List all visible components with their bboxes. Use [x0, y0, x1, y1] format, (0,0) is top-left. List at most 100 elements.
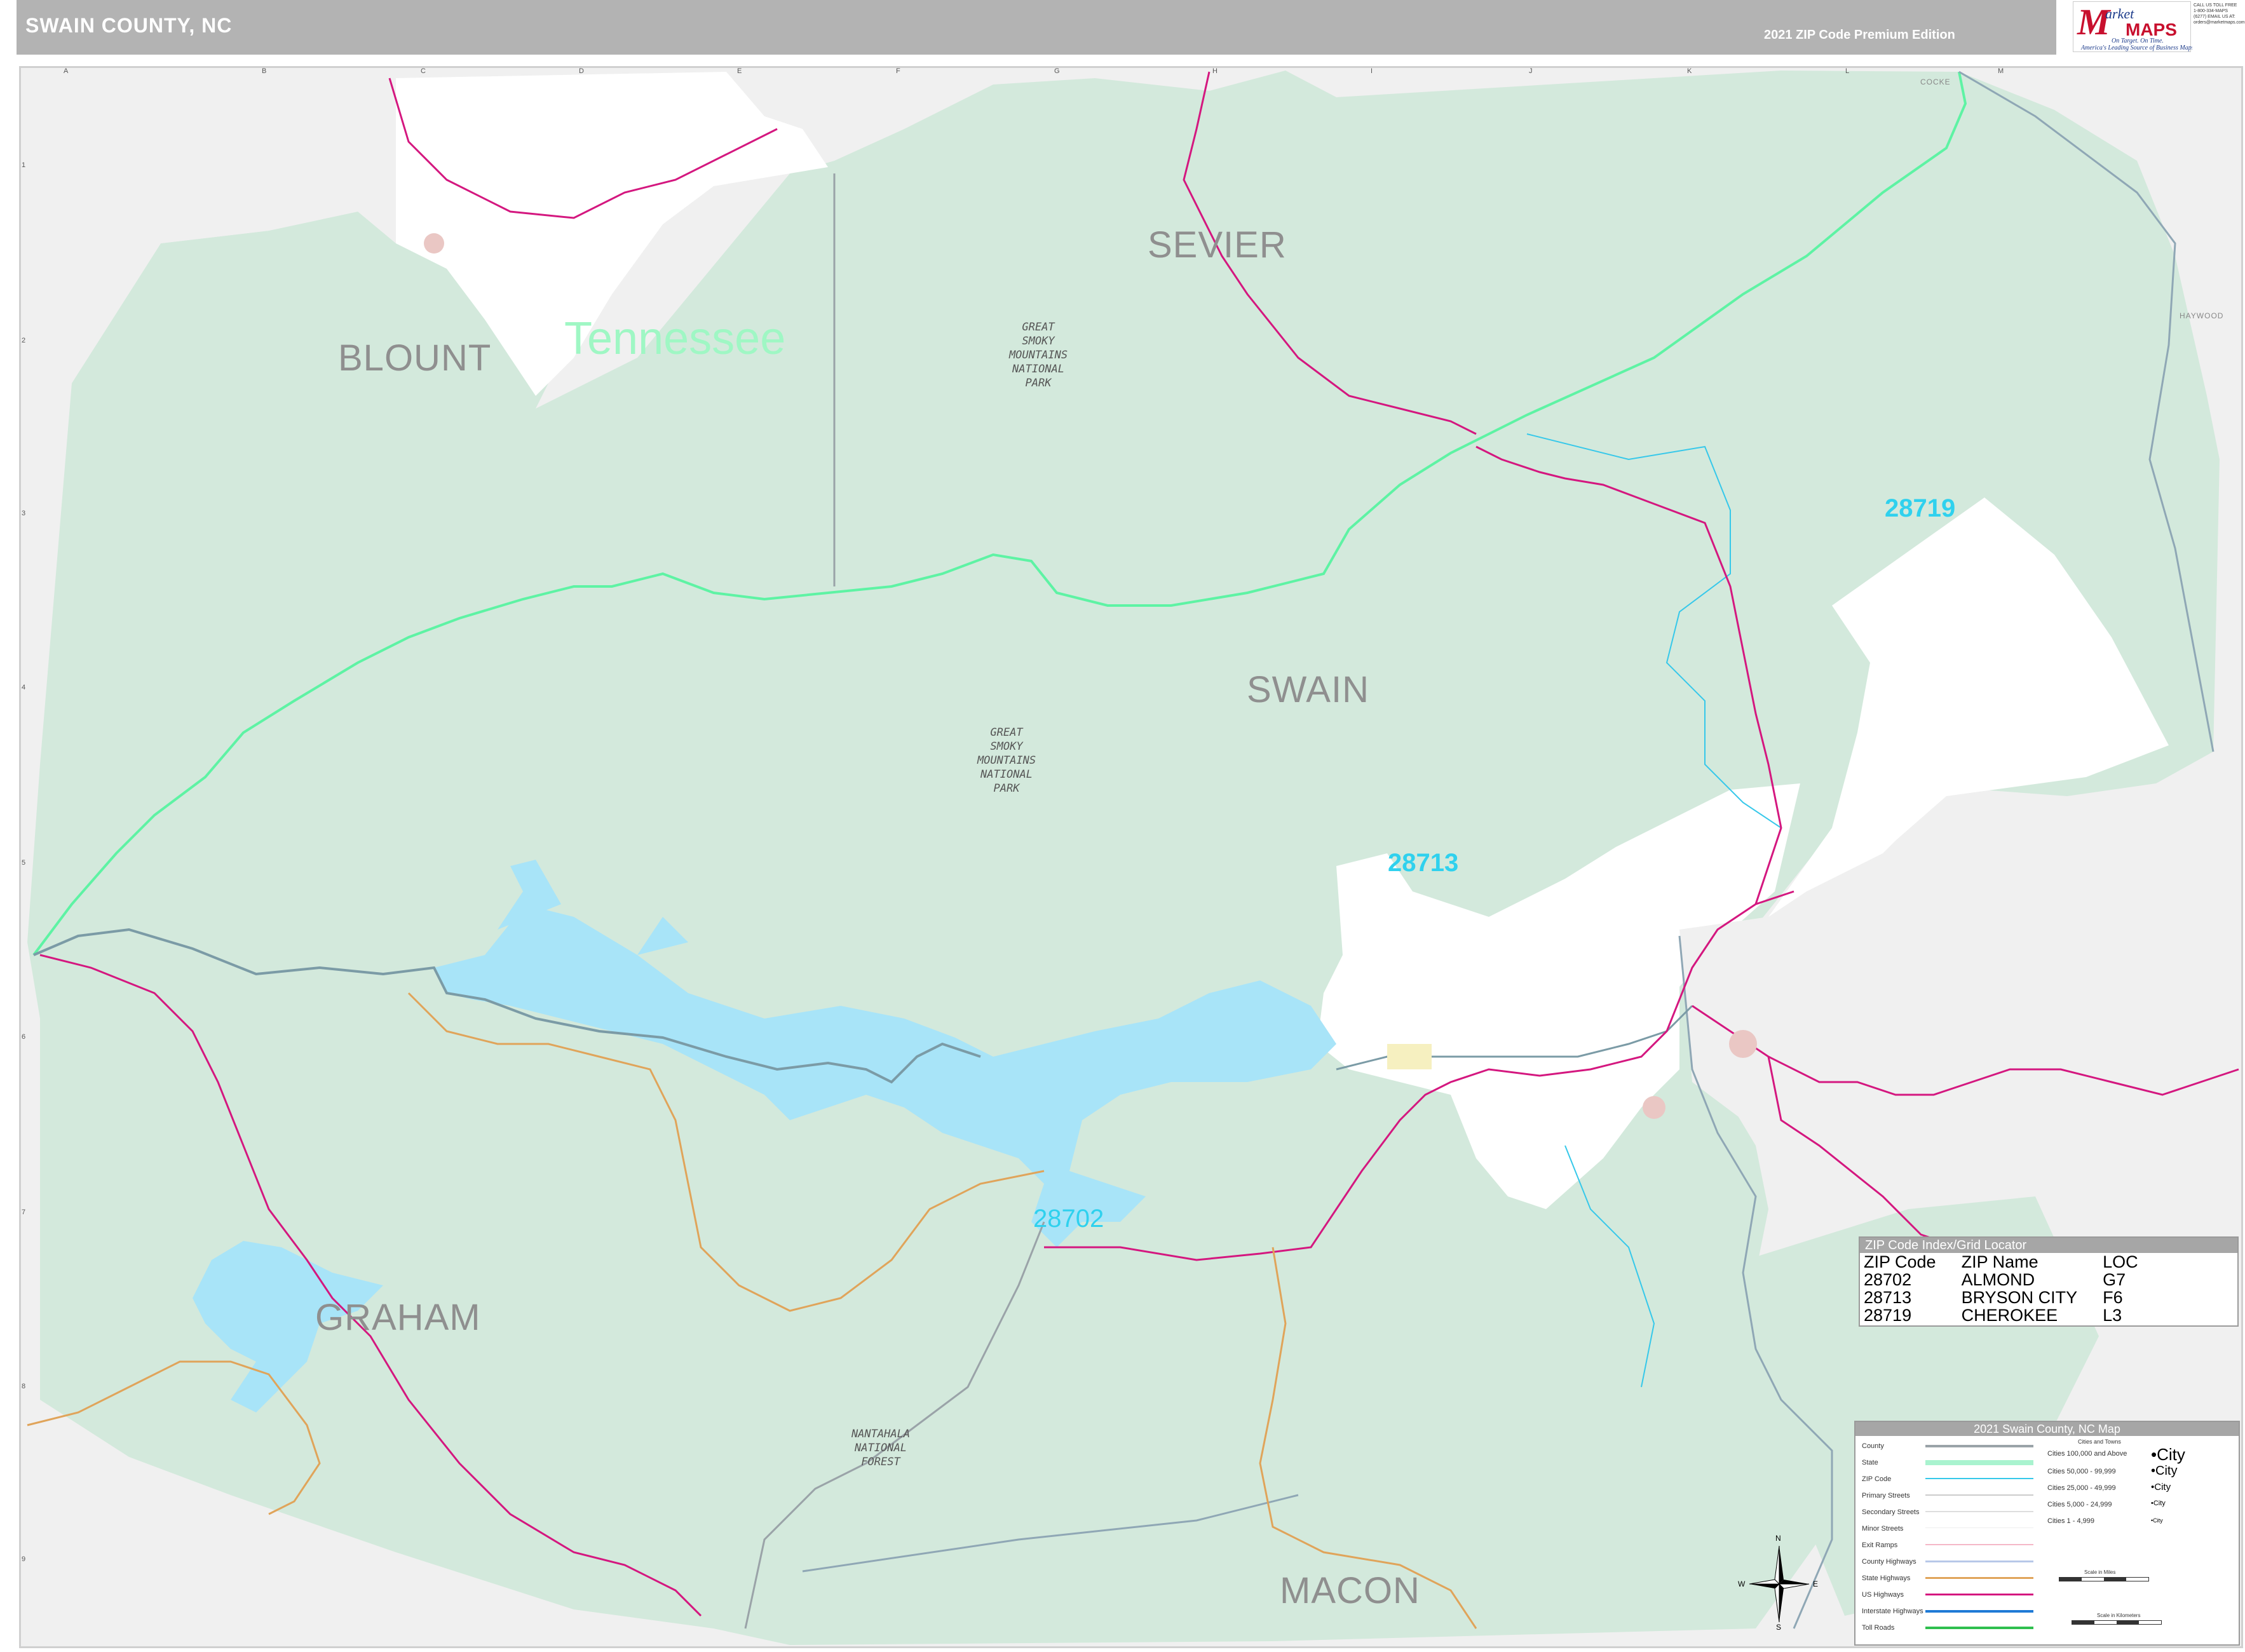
park-label-gsmnp-north: GREAT SMOKY MOUNTAINS NATIONAL PARK — [1008, 321, 1068, 389]
zip-index-row: 28702 ALMOND G7 — [1864, 1271, 2164, 1289]
bryson-city-area — [1387, 1044, 1432, 1069]
compass-rose: N S E W — [1738, 1534, 1821, 1632]
legend-swatch-primary — [1925, 1494, 2033, 1496]
scale-bar-miles — [2059, 1577, 2149, 1581]
legend-item-toll: Toll Roads — [1862, 1624, 1895, 1632]
grid-col-f: F — [896, 67, 900, 75]
legend-swatch-county-hwy — [1925, 1561, 2033, 1562]
grid-row-6: 6 — [22, 1033, 26, 1041]
zip-index-cell: F6 — [2103, 1288, 2123, 1307]
park-label-nantahala: NANTAHALA NATIONAL FOREST — [851, 1428, 911, 1468]
legend-swatch-ramps — [1925, 1544, 2033, 1545]
zip-index-header: LOC — [2103, 1252, 2138, 1271]
compass-s: S — [1776, 1623, 1782, 1632]
zip-index-cell: 28713 — [1864, 1288, 1912, 1307]
legend-swatch-minor — [1925, 1527, 2033, 1528]
legend-swatch-state — [1925, 1460, 2033, 1465]
county-label-graham: GRAHAM — [315, 1297, 481, 1338]
contact-info: CALL US TOLL FREE 1-800-334-MAPS (6277) … — [2192, 1, 2245, 51]
grid-col-a: A — [64, 67, 69, 75]
legend-item-county: County — [1862, 1442, 1884, 1450]
legend-city-sample: •City — [2151, 1517, 2163, 1524]
legend-swatch-state-hwy — [1925, 1577, 2033, 1579]
legend-city-sample: •City — [2151, 1482, 2171, 1493]
logo-tagline-2: America's Leading Source of Business Map… — [2081, 44, 2194, 51]
grid-row-2: 2 — [22, 337, 26, 344]
grid-col-d: D — [579, 67, 584, 75]
state-label-tennessee: Tennessee — [564, 313, 786, 364]
grid-col-e: E — [737, 67, 742, 75]
legend-city-sample: •City — [2151, 1500, 2166, 1507]
zip-index-title: ZIP Code Index/Grid Locator — [1860, 1238, 2237, 1253]
zip-label-28719: 28719 — [1885, 494, 1956, 522]
county-label-cocke: COCKE — [1920, 78, 1951, 86]
legend-cities-header: Cities and Towns — [2078, 1439, 2121, 1445]
legend-swatch-zip — [1925, 1478, 2033, 1479]
zip-index-cell: CHEROKEE — [1961, 1306, 2058, 1325]
legend-item-us-hwy: US Highways — [1862, 1591, 1904, 1599]
map-legend: 2021 Swain County, NC Map County State Z… — [1854, 1421, 2240, 1646]
county-label-swain: SWAIN — [1247, 669, 1369, 710]
legend-swatch-secondary — [1925, 1511, 2033, 1512]
market-maps-logo: M arket MAPS On Target. On Time. America… — [2073, 1, 2194, 52]
map-canvas — [21, 68, 2241, 1646]
legend-swatch-us-hwy — [1925, 1594, 2033, 1595]
legend-item-secondary: Secondary Streets — [1862, 1508, 1920, 1516]
legend-city-tier: Cities 100,000 and Above — [2047, 1450, 2127, 1458]
grid-row-3: 3 — [22, 510, 26, 517]
county-label-blount: BLOUNT — [338, 337, 492, 379]
legend-city-sample: •City — [2151, 1464, 2178, 1478]
zip-index-header-row: ZIP Code ZIP Name LOC — [1864, 1253, 2164, 1271]
legend-item-state-hwy: State Highways — [1862, 1574, 1911, 1582]
zip-index-header: ZIP Name — [1961, 1252, 2038, 1271]
legend-swatch-interstate — [1925, 1610, 2033, 1613]
legend-item-ramps: Exit Ramps — [1862, 1541, 1898, 1549]
grid-col-m: M — [1998, 67, 2004, 75]
legend-swatch-toll — [1925, 1627, 2033, 1629]
zip-index-box: ZIP Code Index/Grid Locator ZIP Code ZIP… — [1859, 1236, 2239, 1327]
grid-col-k: K — [1687, 67, 1692, 75]
whittier-area-dot — [1643, 1096, 1665, 1119]
zip-label-28713: 28713 — [1388, 849, 1459, 877]
county-label-sevier: SEVIER — [1148, 224, 1287, 266]
zip-index-cell: L3 — [2103, 1306, 2122, 1325]
grid-row-9: 9 — [22, 1555, 26, 1563]
grid-row-4: 4 — [22, 684, 26, 691]
logo-tagline: On Target. On Time. — [2112, 37, 2164, 44]
legend-title: 2021 Swain County, NC Map — [1855, 1422, 2239, 1436]
legend-scale-km: Scale in Kilometers — [2097, 1613, 2141, 1618]
legend-item-minor: Minor Streets — [1862, 1525, 1904, 1533]
grid-row-5: 5 — [22, 859, 26, 867]
grid-row-8: 8 — [22, 1383, 26, 1390]
zip-index-cell: 28702 — [1864, 1270, 1912, 1289]
legend-swatch-county — [1925, 1445, 2033, 1447]
grid-row-7: 7 — [22, 1209, 26, 1216]
grid-col-l: L — [1845, 67, 1850, 75]
compass-w: W — [1738, 1580, 1746, 1588]
legend-item-zip: ZIP Code — [1862, 1475, 1892, 1483]
zip-label-28702: 28702 — [1033, 1205, 1104, 1233]
legend-city-tier: Cities 1 - 4,999 — [2047, 1517, 2094, 1525]
grid-col-b: B — [262, 67, 267, 75]
map-header: SWAIN COUNTY, NC 2021 ZIP Code Premium E… — [17, 0, 2056, 55]
zip-index-cell: 28719 — [1864, 1306, 1912, 1325]
zip-index-cell: BRYSON CITY — [1961, 1288, 2078, 1307]
grid-col-h: H — [1212, 67, 1217, 75]
zip-index-table: ZIP Code ZIP Name LOC 28702 ALMOND G7 28… — [1864, 1253, 2164, 1324]
map-title: SWAIN COUNTY, NC — [25, 14, 233, 37]
tn-town-dot — [424, 233, 444, 254]
cherokee-area-dot — [1729, 1030, 1757, 1058]
zip-index-row: 28719 CHEROKEE L3 — [1864, 1306, 2164, 1324]
legend-item-interstate: Interstate Highways — [1862, 1608, 1923, 1615]
county-label-macon: MACON — [1280, 1570, 1420, 1611]
legend-item-primary: Primary Streets — [1862, 1492, 1910, 1500]
zip-index-cell: ALMOND — [1961, 1270, 2035, 1289]
edition-label: 2021 ZIP Code Premium Edition — [1764, 28, 1955, 42]
legend-item-county-hwy: County Highways — [1862, 1558, 1916, 1566]
legend-city-sample: •City — [2151, 1445, 2185, 1464]
map-area[interactable] — [19, 66, 2243, 1648]
compass-icon — [1749, 1545, 1810, 1623]
legend-scale-miles: Scale in Miles — [2084, 1569, 2116, 1575]
zip-index-cell: G7 — [2103, 1270, 2126, 1289]
county-label-haywood: HAYWOOD — [2180, 311, 2224, 320]
